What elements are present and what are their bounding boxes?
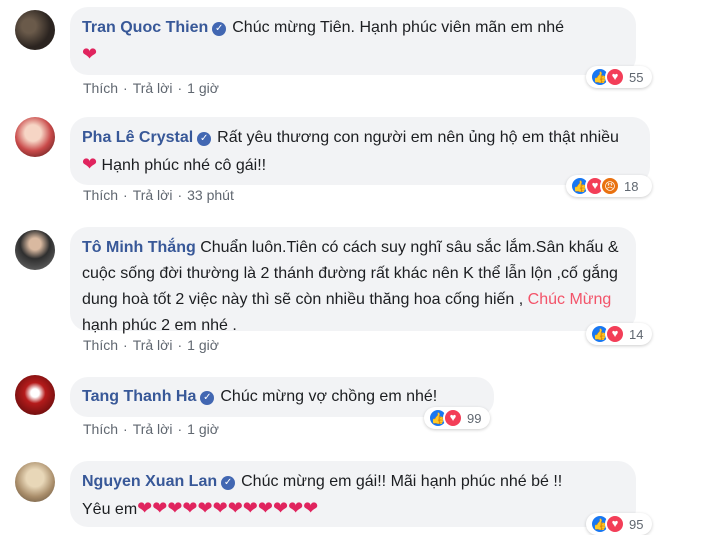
love-reaction-icon: ♥ [443,408,463,428]
comment-bubble: Tran Quoc Thien ✓ Chúc mừng Tiên. Hạnh phú… [70,7,636,75]
reply-link[interactable]: Trả lời [133,80,173,96]
verified-badge-icon: ✓ [200,391,215,405]
comment-text: Chúc mừng Tiên. Hạnh phúc viên mãn em nh… [232,19,565,36]
reaction-count: 95 [629,516,644,532]
angry-reaction-icon: 😠 [600,176,620,196]
verified-badge-icon: ✓ [197,132,212,146]
timestamp[interactable]: 1 giờ [187,337,219,353]
comment-bubble: Tô Minh Thắng Chuẩn luôn.Tiên có cách su… [70,227,636,334]
reply-link[interactable]: Trả lời [133,421,173,437]
comment-actions: Thích · Trả lời · 1 giờ [83,421,219,437]
avatar[interactable] [15,230,55,270]
heart-emoji-icon: ❤ [137,498,153,518]
avatar[interactable] [15,375,55,415]
reaction-summary[interactable]: 👍 ♥ 55 [586,66,652,88]
reaction-summary[interactable]: 👍 ♥ 😠 18 [566,175,652,197]
comment-actions: Thích · Trả lời · 1 giờ [83,80,219,96]
author-name[interactable]: Tang Thanh Ha [82,388,196,405]
love-reaction-icon: ♥ [605,67,625,87]
heart-emoji-icon: ❤ [167,498,183,518]
like-link[interactable]: Thích [83,337,118,353]
comment-bubble: Nguyen Xuan Lan ✓ Chúc mừng em gái!! Mãi h… [70,461,636,527]
comment-text: Chúc mừng em gái!! Mãi hạnh phúc nhé bé … [241,473,563,490]
timestamp[interactable]: 1 giờ [187,80,219,96]
comment-text: Chúc mừng vợ chồng em nhé! [220,388,438,405]
comment-text-continued: Hạnh phúc nhé cô gái!! [101,157,267,174]
heart-emoji-icon: ❤ [242,498,258,518]
author-name[interactable]: Tô Minh Thắng [82,239,196,256]
avatar[interactable] [15,10,55,50]
verified-badge-icon: ✓ [221,476,236,490]
heart-emoji-icon: ❤ [303,498,319,518]
comment-actions: Thích · Trả lời · 1 giờ [83,337,219,353]
highlighted-text: Chúc Mừng [527,291,612,308]
heart-emoji-icon: ❤ [82,44,98,64]
verified-badge-icon: ✓ [212,22,227,36]
heart-emoji-row: ❤❤❤❤❤❤❤❤❤❤❤❤ [137,498,319,518]
reaction-summary[interactable]: 👍 ♥ 99 [424,407,490,429]
avatar[interactable] [15,117,55,157]
comment-text-continued: Yêu em [82,501,138,518]
heart-emoji-icon: ❤ [212,498,228,518]
reaction-summary[interactable]: 👍 ♥ 14 [586,323,652,345]
timestamp[interactable]: 1 giờ [187,421,219,437]
reply-link[interactable]: Trả lời [133,337,173,353]
heart-emoji-icon: ❤ [197,498,213,518]
comment-actions: Thích · Trả lời · 33 phút [83,187,234,203]
love-reaction-icon: ♥ [605,514,625,534]
comment-text-continued: hạnh phúc 2 em nhé . [82,317,237,334]
reaction-count: 18 [624,178,639,194]
heart-emoji-icon: ❤ [227,498,243,518]
heart-emoji-icon: ❤ [152,498,168,518]
author-name[interactable]: Nguyen Xuan Lan [82,473,217,490]
heart-emoji-icon: ❤ [257,498,273,518]
avatar[interactable] [15,462,55,502]
like-link[interactable]: Thích [83,421,118,437]
heart-emoji-icon: ❤ [288,498,304,518]
like-link[interactable]: Thích [83,187,118,203]
reply-link[interactable]: Trả lời [133,187,173,203]
author-name[interactable]: Tran Quoc Thien [82,19,208,36]
reaction-count: 99 [467,410,482,426]
heart-emoji-icon: ❤ [272,498,289,518]
author-name[interactable]: Pha Lê Crystal [82,129,193,146]
reaction-count: 55 [629,69,644,85]
heart-emoji-icon: ❤ [82,154,98,174]
reaction-count: 14 [629,326,644,342]
reaction-summary[interactable]: 👍 ♥ 95 [586,513,652,535]
heart-emoji-icon: ❤ [182,498,198,518]
comment-bubble: Pha Lê Crystal ✓ Rất yêu thương con người … [70,117,650,185]
timestamp[interactable]: 33 phút [187,187,234,203]
like-link[interactable]: Thích [83,80,118,96]
comment-text: Rất yêu thương con người em nên ủng hộ e… [217,129,619,146]
love-reaction-icon: ♥ [605,324,625,344]
